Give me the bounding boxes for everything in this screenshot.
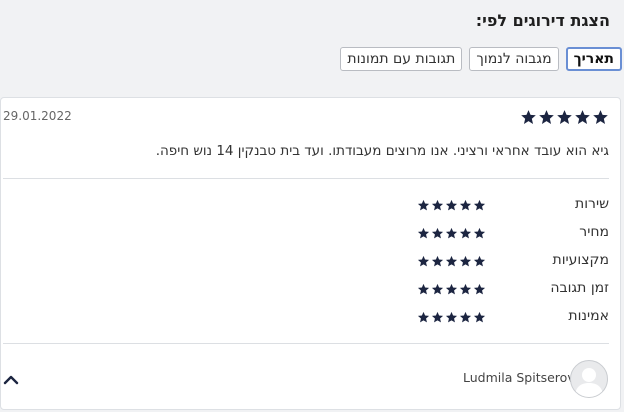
star-icon <box>417 227 430 239</box>
star-icon <box>431 311 444 323</box>
category-stars <box>417 255 486 268</box>
category-row-price: מחיר <box>9 224 609 244</box>
star-icon <box>557 110 572 124</box>
sort-high-to-low-button[interactable]: מגבוה לנמוך <box>469 47 559 71</box>
star-icon <box>431 199 444 211</box>
star-icon <box>417 255 430 267</box>
star-icon <box>575 110 590 124</box>
star-icon <box>473 255 486 267</box>
divider <box>3 343 609 344</box>
star-icon <box>417 311 430 323</box>
category-stars <box>417 199 486 212</box>
category-stars <box>417 311 486 324</box>
star-icon <box>445 311 458 323</box>
category-row-reliability: אמינות <box>9 308 609 328</box>
star-icon <box>459 283 472 295</box>
review-date: 29.01.2022 <box>3 109 72 123</box>
star-icon <box>417 199 430 211</box>
star-icon <box>417 283 430 295</box>
reviewer-name: Ludmila Spitserov <box>463 370 575 385</box>
star-icon <box>473 311 486 323</box>
star-icon <box>431 283 444 295</box>
category-row-response-time: זמן תגובה <box>9 280 609 300</box>
star-icon <box>473 283 486 295</box>
star-icon <box>521 110 536 124</box>
category-label: מקצועיות <box>552 252 609 268</box>
star-icon <box>459 311 472 323</box>
star-icon <box>445 255 458 267</box>
star-icon <box>459 227 472 239</box>
category-label: מחיר <box>579 224 609 240</box>
user-placeholder-icon <box>575 368 603 397</box>
category-row-service: שירות <box>9 196 609 216</box>
star-icon <box>445 283 458 295</box>
avatar <box>570 360 608 398</box>
overall-rating-stars <box>520 109 609 126</box>
category-stars <box>417 283 486 296</box>
sort-with-photos-button[interactable]: תגובות עם תמונות <box>340 47 463 71</box>
category-label: שירות <box>575 196 609 212</box>
category-stars <box>417 227 486 240</box>
star-icon <box>431 255 444 267</box>
star-icon <box>473 199 486 211</box>
star-icon <box>431 227 444 239</box>
sort-options: תאריך מגבוה לנמוך תגובות עם תמונות <box>340 47 622 71</box>
star-icon <box>459 199 472 211</box>
star-icon <box>459 255 472 267</box>
star-icon <box>445 227 458 239</box>
star-icon <box>539 110 554 124</box>
category-row-professionalism: מקצועיות <box>9 252 609 272</box>
category-label: אמינות <box>568 308 609 324</box>
category-label: זמן תגובה <box>550 280 609 296</box>
star-icon <box>473 227 486 239</box>
sort-title: הצגת דירוגים לפי: <box>475 11 610 30</box>
divider <box>3 178 609 179</box>
review-text: גיא הוא עובד אחראי ורציני. אנו מרוצים מע… <box>155 143 609 159</box>
star-icon <box>593 110 608 124</box>
sort-by-date-button[interactable]: תאריך <box>565 47 622 71</box>
collapse-chevron-up-icon[interactable] <box>3 371 19 385</box>
star-icon <box>445 199 458 211</box>
